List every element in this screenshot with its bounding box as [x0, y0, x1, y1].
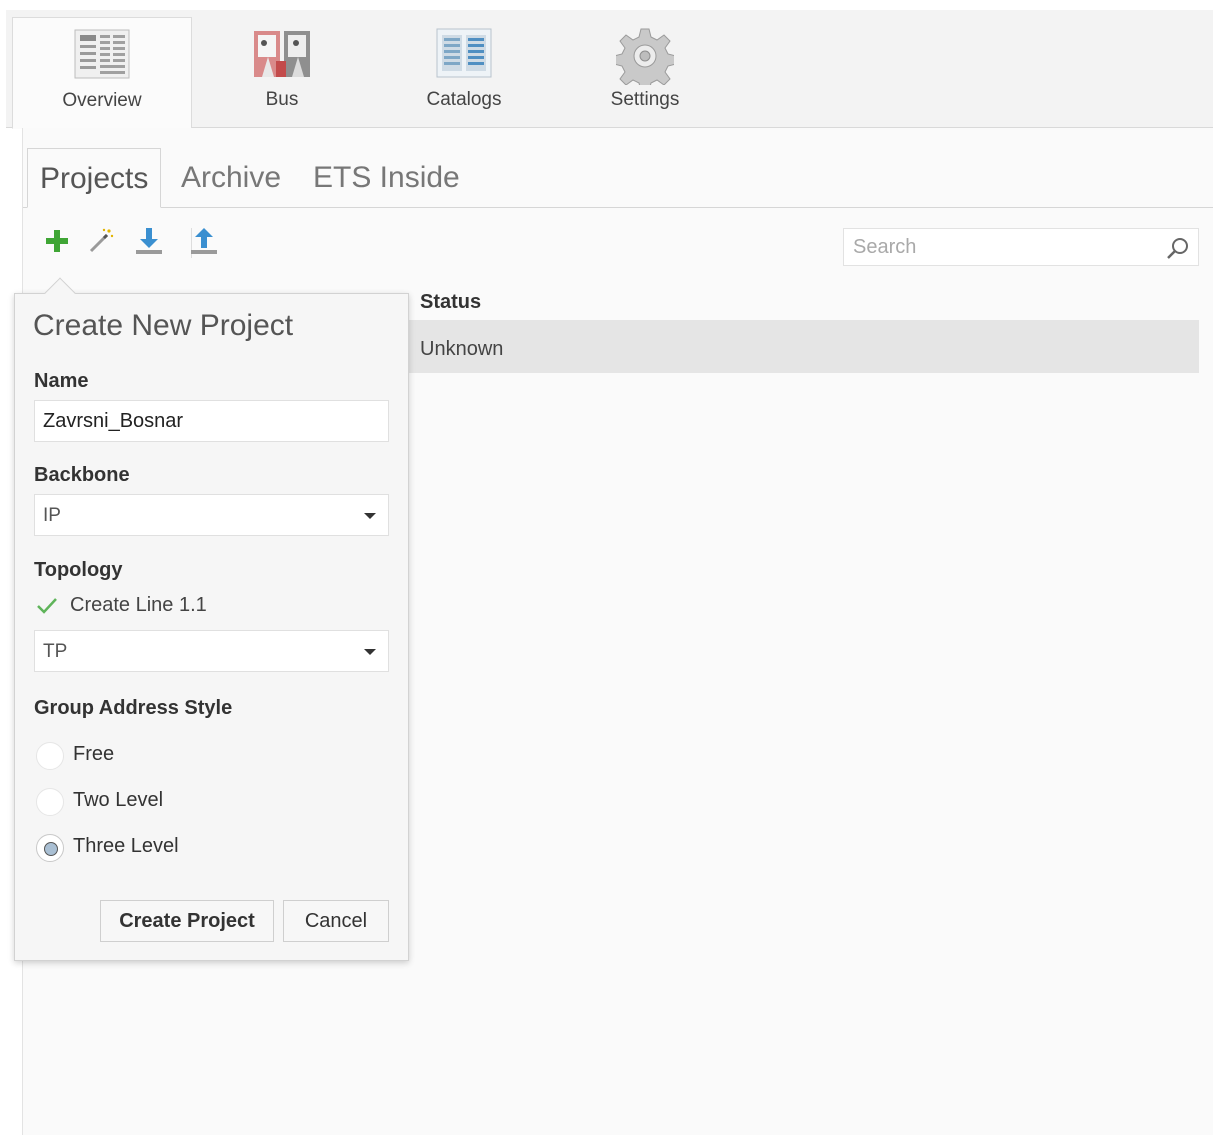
overview-icon	[73, 28, 131, 84]
chevron-down-icon	[364, 513, 376, 519]
ribbon-tab-overview[interactable]: Overview	[12, 17, 192, 129]
radio-button[interactable]	[36, 788, 64, 816]
radio-label: Free	[73, 743, 115, 765]
column-header-status[interactable]: Status	[420, 291, 481, 314]
create-project-button[interactable]: Create Project	[100, 900, 274, 942]
table-row[interactable]: Unknown	[409, 320, 1199, 373]
backbone-value: IP	[43, 505, 61, 526]
ribbon-tab-bus[interactable]: Bus	[192, 17, 372, 129]
bus-icon	[252, 27, 312, 85]
export-icon	[189, 226, 219, 260]
tab-ets-inside[interactable]: ETS Inside	[301, 148, 472, 208]
topology-label: Topology	[34, 559, 123, 581]
add-project-button[interactable]	[41, 226, 73, 260]
settings-gear-icon	[613, 27, 677, 92]
topology-medium-select[interactable]: TP	[34, 630, 389, 672]
ribbon-tab-label: Settings	[610, 89, 680, 110]
topology-medium-value: TP	[43, 641, 68, 662]
catalogs-icon	[435, 27, 493, 83]
tab-archive[interactable]: Archive	[169, 148, 293, 208]
radio-label: Two Level	[73, 789, 164, 811]
popup-title: Create New Project	[33, 309, 294, 342]
tab-projects[interactable]: Projects	[27, 148, 161, 208]
project-wizard-button[interactable]	[85, 226, 117, 260]
chevron-down-icon	[364, 649, 376, 655]
ribbon-tab-label: Bus	[265, 89, 299, 110]
create-line-label: Create Line 1.1	[70, 594, 207, 616]
export-project-button[interactable]	[188, 226, 220, 260]
create-project-popup: Create New Project Name Backbone IP Topo…	[14, 277, 409, 961]
radio-button-selected[interactable]	[36, 834, 64, 862]
search-icon[interactable]	[1166, 236, 1190, 264]
main-ribbon: Overview Bus Catalogs Settings	[6, 10, 1213, 129]
ribbon-tab-settings[interactable]: Settings	[555, 17, 735, 129]
group-address-style-label: Group Address Style	[34, 697, 233, 719]
project-name-field[interactable]	[34, 400, 389, 442]
ets-window: Overview Bus Catalogs Settings Projects …	[0, 0, 1213, 1135]
backbone-select[interactable]: IP	[34, 494, 389, 536]
ribbon-tab-catalogs[interactable]: Catalogs	[374, 17, 554, 129]
search-box	[843, 228, 1199, 266]
cancel-button[interactable]: Cancel	[283, 900, 389, 942]
import-project-button[interactable]	[133, 226, 165, 260]
backbone-label: Backbone	[34, 464, 130, 486]
search-input[interactable]	[844, 229, 1160, 265]
checkmark-icon	[36, 596, 58, 620]
radio-button[interactable]	[36, 742, 64, 770]
ribbon-tab-label: Catalogs	[426, 89, 502, 110]
add-icon	[44, 228, 70, 258]
radio-label: Three Level	[73, 835, 179, 857]
import-icon	[134, 226, 164, 260]
wizard-icon	[87, 227, 115, 259]
ribbon-tab-label: Overview	[62, 90, 142, 111]
project-subtabs: Projects Archive ETS Inside	[23, 148, 1213, 208]
project-status: Unknown	[420, 338, 504, 360]
name-label: Name	[34, 370, 89, 392]
